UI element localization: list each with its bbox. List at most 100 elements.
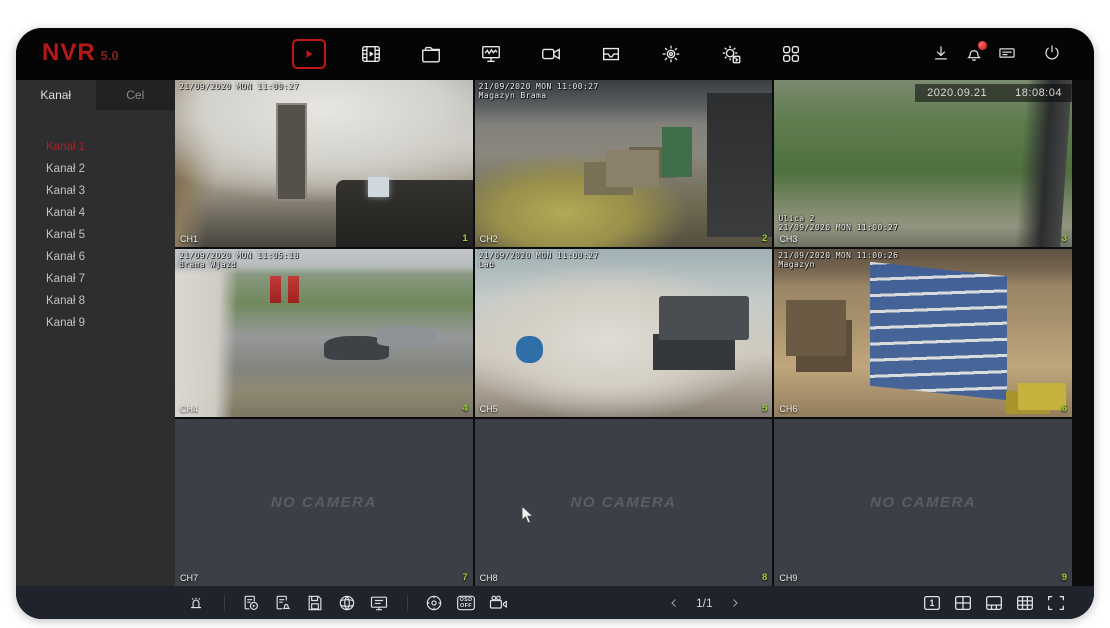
version-text: 5.0	[100, 48, 119, 63]
download-icon[interactable]	[931, 43, 953, 65]
camera-cell-5[interactable]: 21/09/2020 MON 11:00:27 Lab CH5 5	[474, 249, 773, 417]
scene-shape	[1018, 383, 1067, 410]
scene-shape	[516, 336, 544, 364]
top-right-actions	[931, 28, 1064, 80]
scene-shape	[786, 299, 846, 357]
channel-index: 7	[462, 571, 468, 583]
view-six-icon[interactable]	[982, 591, 1006, 615]
disk-backup-icon[interactable]	[303, 591, 327, 615]
channel-item-9[interactable]: Kanał 9	[16, 312, 175, 334]
camera-osd-time: 21/09/2020 MON 11:00:27	[179, 82, 299, 91]
channel-label: CH5	[479, 403, 498, 414]
power-icon[interactable]	[1042, 43, 1064, 65]
channel-index: 4	[462, 402, 468, 414]
scene-shape	[869, 262, 1007, 401]
channel-item-3[interactable]: Kanał 3	[16, 180, 175, 202]
channel-index: 8	[762, 571, 768, 583]
tab-channel[interactable]: Kanał	[16, 80, 96, 110]
view-single-icon[interactable]: 1	[920, 591, 944, 615]
grid-pagination: 1/1	[666, 595, 743, 611]
channel-list: Kanał 1 Kanał 2 Kanał 3 Kanał 4 Kanał 5 …	[16, 136, 175, 334]
network-icon[interactable]	[335, 591, 359, 615]
camera-cell-7[interactable]: NO CAMERA CH7 7	[175, 418, 473, 586]
divider	[224, 594, 225, 611]
channel-label: CH9	[779, 572, 798, 583]
channel-label: CH3	[779, 234, 798, 245]
channel-index: 9	[1061, 571, 1067, 583]
recorder-device-icon[interactable]	[997, 43, 1019, 65]
channel-index: 6	[1061, 402, 1067, 414]
manual-record-icon[interactable]	[239, 591, 263, 615]
scene-shape	[368, 177, 390, 198]
video-grid-wrap: 21/09/2020 MON 11:00:27 CH1 1 21/09/2020…	[175, 80, 1094, 586]
camera-cell-9[interactable]: NO CAMERA CH9 9	[774, 418, 1072, 586]
scene-shape	[270, 276, 281, 303]
page-indicator: 1/1	[696, 595, 713, 610]
system-time-badge: 2020.09.21 18:08:04	[915, 84, 1072, 102]
channel-index: 2	[762, 233, 768, 245]
view-nine-icon[interactable]	[1013, 591, 1037, 615]
storage-manage-icon[interactable]	[596, 41, 626, 67]
maintenance-icon[interactable]	[716, 41, 746, 67]
osd-off-label: OSD OFF	[459, 596, 473, 609]
channel-item-6[interactable]: Kanał 6	[16, 246, 175, 268]
channel-item-8[interactable]: Kanał 8	[16, 290, 175, 312]
next-page-icon[interactable]	[727, 595, 743, 611]
channel-label: CH7	[180, 572, 199, 583]
channel-label: CH2	[479, 234, 498, 245]
camera-osd: 21/09/2020 MON 11:00:26 Magazyn	[778, 251, 899, 270]
fullscreen-icon[interactable]	[1044, 591, 1068, 615]
scene-shape	[659, 296, 749, 340]
channel-item-4[interactable]: Kanał 4	[16, 202, 175, 224]
camera-cell-4[interactable]: 21/09/2020 MON 11:05:18 Brama Wjazd CH4 4	[175, 249, 473, 417]
live-view-icon[interactable]	[292, 39, 326, 69]
no-camera-text: NO CAMERA	[570, 493, 677, 511]
osd-menu-icon[interactable]	[367, 591, 391, 615]
camera-osd: 21/09/2020 MON 11:00:27 Lab	[478, 251, 599, 270]
camera-cell-6[interactable]: 21/09/2020 MON 11:00:26 Magazyn CH6 6	[774, 249, 1072, 417]
ptz-control-icon[interactable]	[422, 591, 446, 615]
top-bar: NVR 5.0	[16, 28, 1094, 80]
channel-item-1[interactable]: Kanał 1	[16, 136, 175, 158]
alarm-siren-icon[interactable]	[184, 591, 208, 615]
video-grid: 21/09/2020 MON 11:00:27 CH1 1 21/09/2020…	[175, 80, 1072, 586]
camera-manage-icon[interactable]	[536, 41, 566, 67]
channel-label: CH4	[180, 403, 199, 414]
system-overview-icon[interactable]	[476, 41, 506, 67]
nvr-app-window: NVR 5.0 Kanał Cel Kanał 1 Kanał 2 Kanał …	[16, 28, 1094, 619]
view-quad-icon[interactable]	[951, 591, 975, 615]
file-manager-icon[interactable]	[416, 41, 446, 67]
brand-text: NVR	[42, 39, 96, 66]
playback-icon[interactable]	[356, 41, 386, 67]
content-area: Kanał Cel Kanał 1 Kanał 2 Kanał 3 Kanał …	[16, 80, 1094, 586]
layout-switcher: 1	[920, 591, 1068, 615]
camera-cell-2[interactable]: 21/09/2020 MON 11:00:27 Magazyn Brama CH2…	[474, 80, 773, 248]
camera-osd: 21/09/2020 MON 11:00:27 Magazyn Brama	[478, 82, 599, 100]
camera-cell-3[interactable]: 2020.09.21 18:08:04 Ulica 2 21/09/2020 MO…	[774, 80, 1072, 248]
prev-page-icon[interactable]	[666, 595, 682, 611]
channel-item-2[interactable]: Kanał 2	[16, 158, 175, 180]
no-camera-text: NO CAMERA	[270, 493, 377, 511]
channel-label: CH1	[180, 234, 199, 245]
no-camera-text: NO CAMERA	[870, 493, 977, 511]
camera-cell-8[interactable]: NO CAMERA CH8 8	[474, 418, 773, 586]
camera-cell-1[interactable]: 21/09/2020 MON 11:00:27 CH1 1	[175, 80, 473, 248]
tab-target[interactable]: Cel	[95, 80, 175, 110]
osd-off-icon[interactable]: OSD OFF	[454, 591, 478, 615]
apps-grid-icon[interactable]	[776, 41, 806, 67]
divider	[407, 594, 408, 611]
camera-osd: Ulica 2 21/09/2020 MON 11:00:27	[778, 214, 899, 233]
video-talk-icon[interactable]	[486, 591, 510, 615]
settings-icon[interactable]	[656, 41, 686, 67]
scene-shape	[377, 326, 437, 347]
scene-shape	[706, 93, 773, 238]
sidebar-tabs: Kanał Cel	[16, 80, 175, 110]
channel-item-7[interactable]: Kanał 7	[16, 268, 175, 290]
channel-label: CH8	[479, 572, 498, 583]
scene-shape	[1015, 80, 1072, 248]
main-nav	[292, 28, 806, 80]
alarm-notification-icon[interactable]	[964, 41, 987, 65]
channel-item-5[interactable]: Kanał 5	[16, 224, 175, 246]
alarm-status-icon[interactable]	[271, 591, 295, 615]
scene-shape	[662, 126, 692, 178]
